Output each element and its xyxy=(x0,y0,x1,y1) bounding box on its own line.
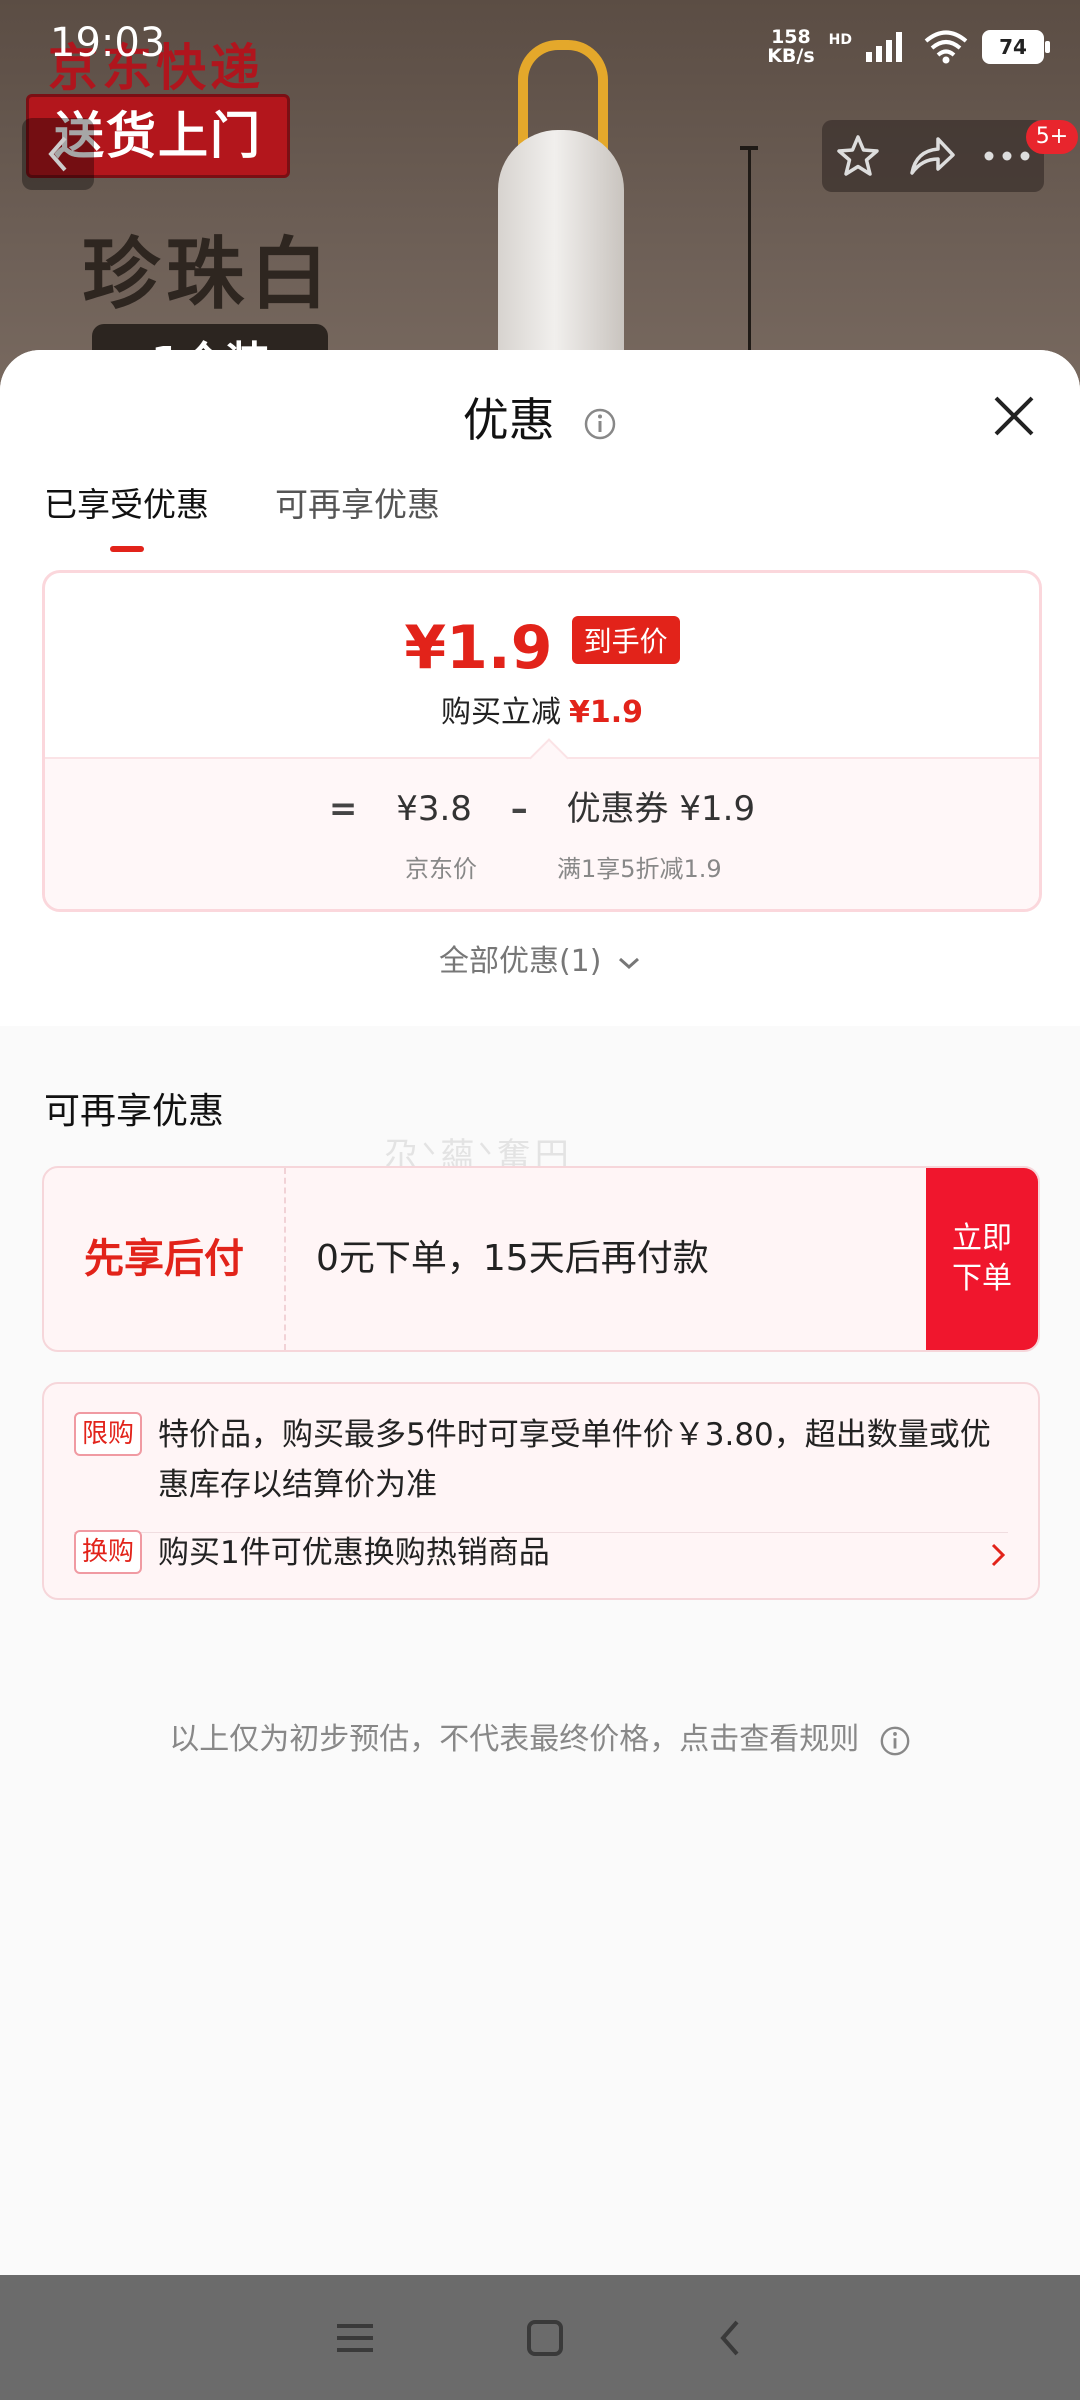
exchange-chip: 换购 xyxy=(74,1530,143,1574)
net-speed-unit: KB/s xyxy=(767,45,815,67)
sheet-title: 优惠 xyxy=(0,384,1080,450)
chevron-down-icon xyxy=(619,957,640,969)
limit-chip: 限购 xyxy=(74,1412,143,1456)
menu-icon[interactable] xyxy=(335,2320,375,2356)
color-name-text: 珍珠白 xyxy=(82,230,335,320)
hd-label: HD xyxy=(828,32,852,48)
instant-reduce-value: ¥1.9 xyxy=(568,695,644,730)
star-icon[interactable] xyxy=(835,133,881,179)
purchase-limits-card: 限购 特价品，购买最多5件时可享受单件价￥3.80，超出数量或优惠库存以结算价为… xyxy=(42,1382,1040,1600)
tab-enjoyed-discounts[interactable]: 已享受优惠 xyxy=(44,478,209,552)
price-rule-note[interactable]: 以上仅为初步预估，不代表最终价格，点击查看规则 xyxy=(0,1714,1080,1758)
instant-reduce-label: 购买立减 xyxy=(440,695,561,730)
message-badge: 5+ xyxy=(1026,120,1078,154)
exchange-text: 购买1件可优惠换购热销商品 xyxy=(158,1535,550,1571)
coupon-value: 优惠券 ¥1.9 xyxy=(566,789,756,829)
share-icon[interactable] xyxy=(908,133,956,179)
coupon-label: 满1享5折减1.9 xyxy=(557,855,722,883)
instant-reduce-row: 购买立减 ¥1.9 xyxy=(45,687,1039,731)
system-nav-bar xyxy=(0,2275,1080,2400)
status-icons: 158 KB/s HD 74 xyxy=(767,22,1050,72)
final-price-tag: 到手价 xyxy=(571,616,680,664)
final-price: ¥1.9 xyxy=(404,613,553,683)
back-icon[interactable] xyxy=(715,2318,745,2358)
more-icon[interactable] xyxy=(983,150,1031,162)
all-discounts-toggle[interactable]: 全部优惠(1) xyxy=(0,936,1080,980)
more-discounts-title: 可再享优惠 xyxy=(44,1091,225,1132)
jd-price-value: ¥3.8 xyxy=(396,789,472,829)
wifi-icon xyxy=(924,30,968,64)
jd-price-label: 京东价 xyxy=(405,855,477,883)
pay-later-title: 先享后付 xyxy=(44,1168,286,1350)
net-speed: 158 KB/s xyxy=(767,28,814,66)
limit-text: 特价品，购买最多5件时可享受单件价￥3.80，超出数量或优惠库存以结算价为准 xyxy=(158,1417,991,1503)
pointer-arrow xyxy=(529,738,569,778)
discount-sheet: 优惠 已享受优惠 可再享优惠 ¥1.9 到手价 购买立减 ¥1.9 = ¥3.8… xyxy=(0,350,1080,2275)
status-time: 19:03 xyxy=(50,20,166,66)
minus-sign: – xyxy=(510,789,528,829)
pay-later-desc: 0元下单，15天后再付款 xyxy=(316,1238,709,1279)
info-icon[interactable] xyxy=(583,407,617,441)
final-price-row: ¥1.9 到手价 xyxy=(45,613,1039,683)
order-now-button[interactable]: 立即下单 xyxy=(926,1168,1038,1350)
signal-icon xyxy=(866,32,902,62)
home-icon[interactable] xyxy=(525,2318,565,2358)
sheet-title-text: 优惠 xyxy=(462,393,555,447)
all-discounts-label: 全部优惠(1) xyxy=(438,944,602,979)
chevron-right-icon xyxy=(991,1543,1006,1567)
order-now-label: 立即下单 xyxy=(952,1221,1012,1296)
exchange-row[interactable]: 换购 购买1件可优惠换购热销商品 xyxy=(74,1528,1008,1578)
header-actions xyxy=(822,120,1044,192)
info-icon xyxy=(880,1726,910,1755)
close-icon[interactable] xyxy=(990,392,1038,440)
equals-sign: = xyxy=(328,789,358,829)
discount-tabs: 已享受优惠 可再享优惠 xyxy=(44,478,440,552)
price-formula: = ¥3.8 – 优惠券 ¥1.9 xyxy=(45,781,1039,830)
footnote-text: 以上仅为初步预估，不代表最终价格，点击查看规则 xyxy=(169,1722,860,1757)
price-breakdown-card: ¥1.9 到手价 购买立减 ¥1.9 = ¥3.8 – 优惠券 ¥1.9 京东价 … xyxy=(42,570,1042,912)
back-button[interactable] xyxy=(22,118,94,190)
chevron-left-icon xyxy=(48,136,67,172)
pay-later-card: 先享后付 0元下单，15天后再付款 立即下单 xyxy=(42,1166,1040,1352)
tab-more-discounts[interactable]: 可再享优惠 xyxy=(275,478,440,552)
battery-indicator: 74 xyxy=(982,30,1050,64)
limit-row: 限购 特价品，购买最多5件时可享受单件价￥3.80，超出数量或优惠库存以结算价为… xyxy=(74,1410,1008,1510)
price-formula-section: = ¥3.8 – 优惠券 ¥1.9 京东价 满1享5折减1.9 xyxy=(45,738,1039,909)
sheet-top-section: 优惠 已享受优惠 可再享优惠 ¥1.9 到手价 购买立减 ¥1.9 = ¥3.8… xyxy=(0,350,1080,1026)
